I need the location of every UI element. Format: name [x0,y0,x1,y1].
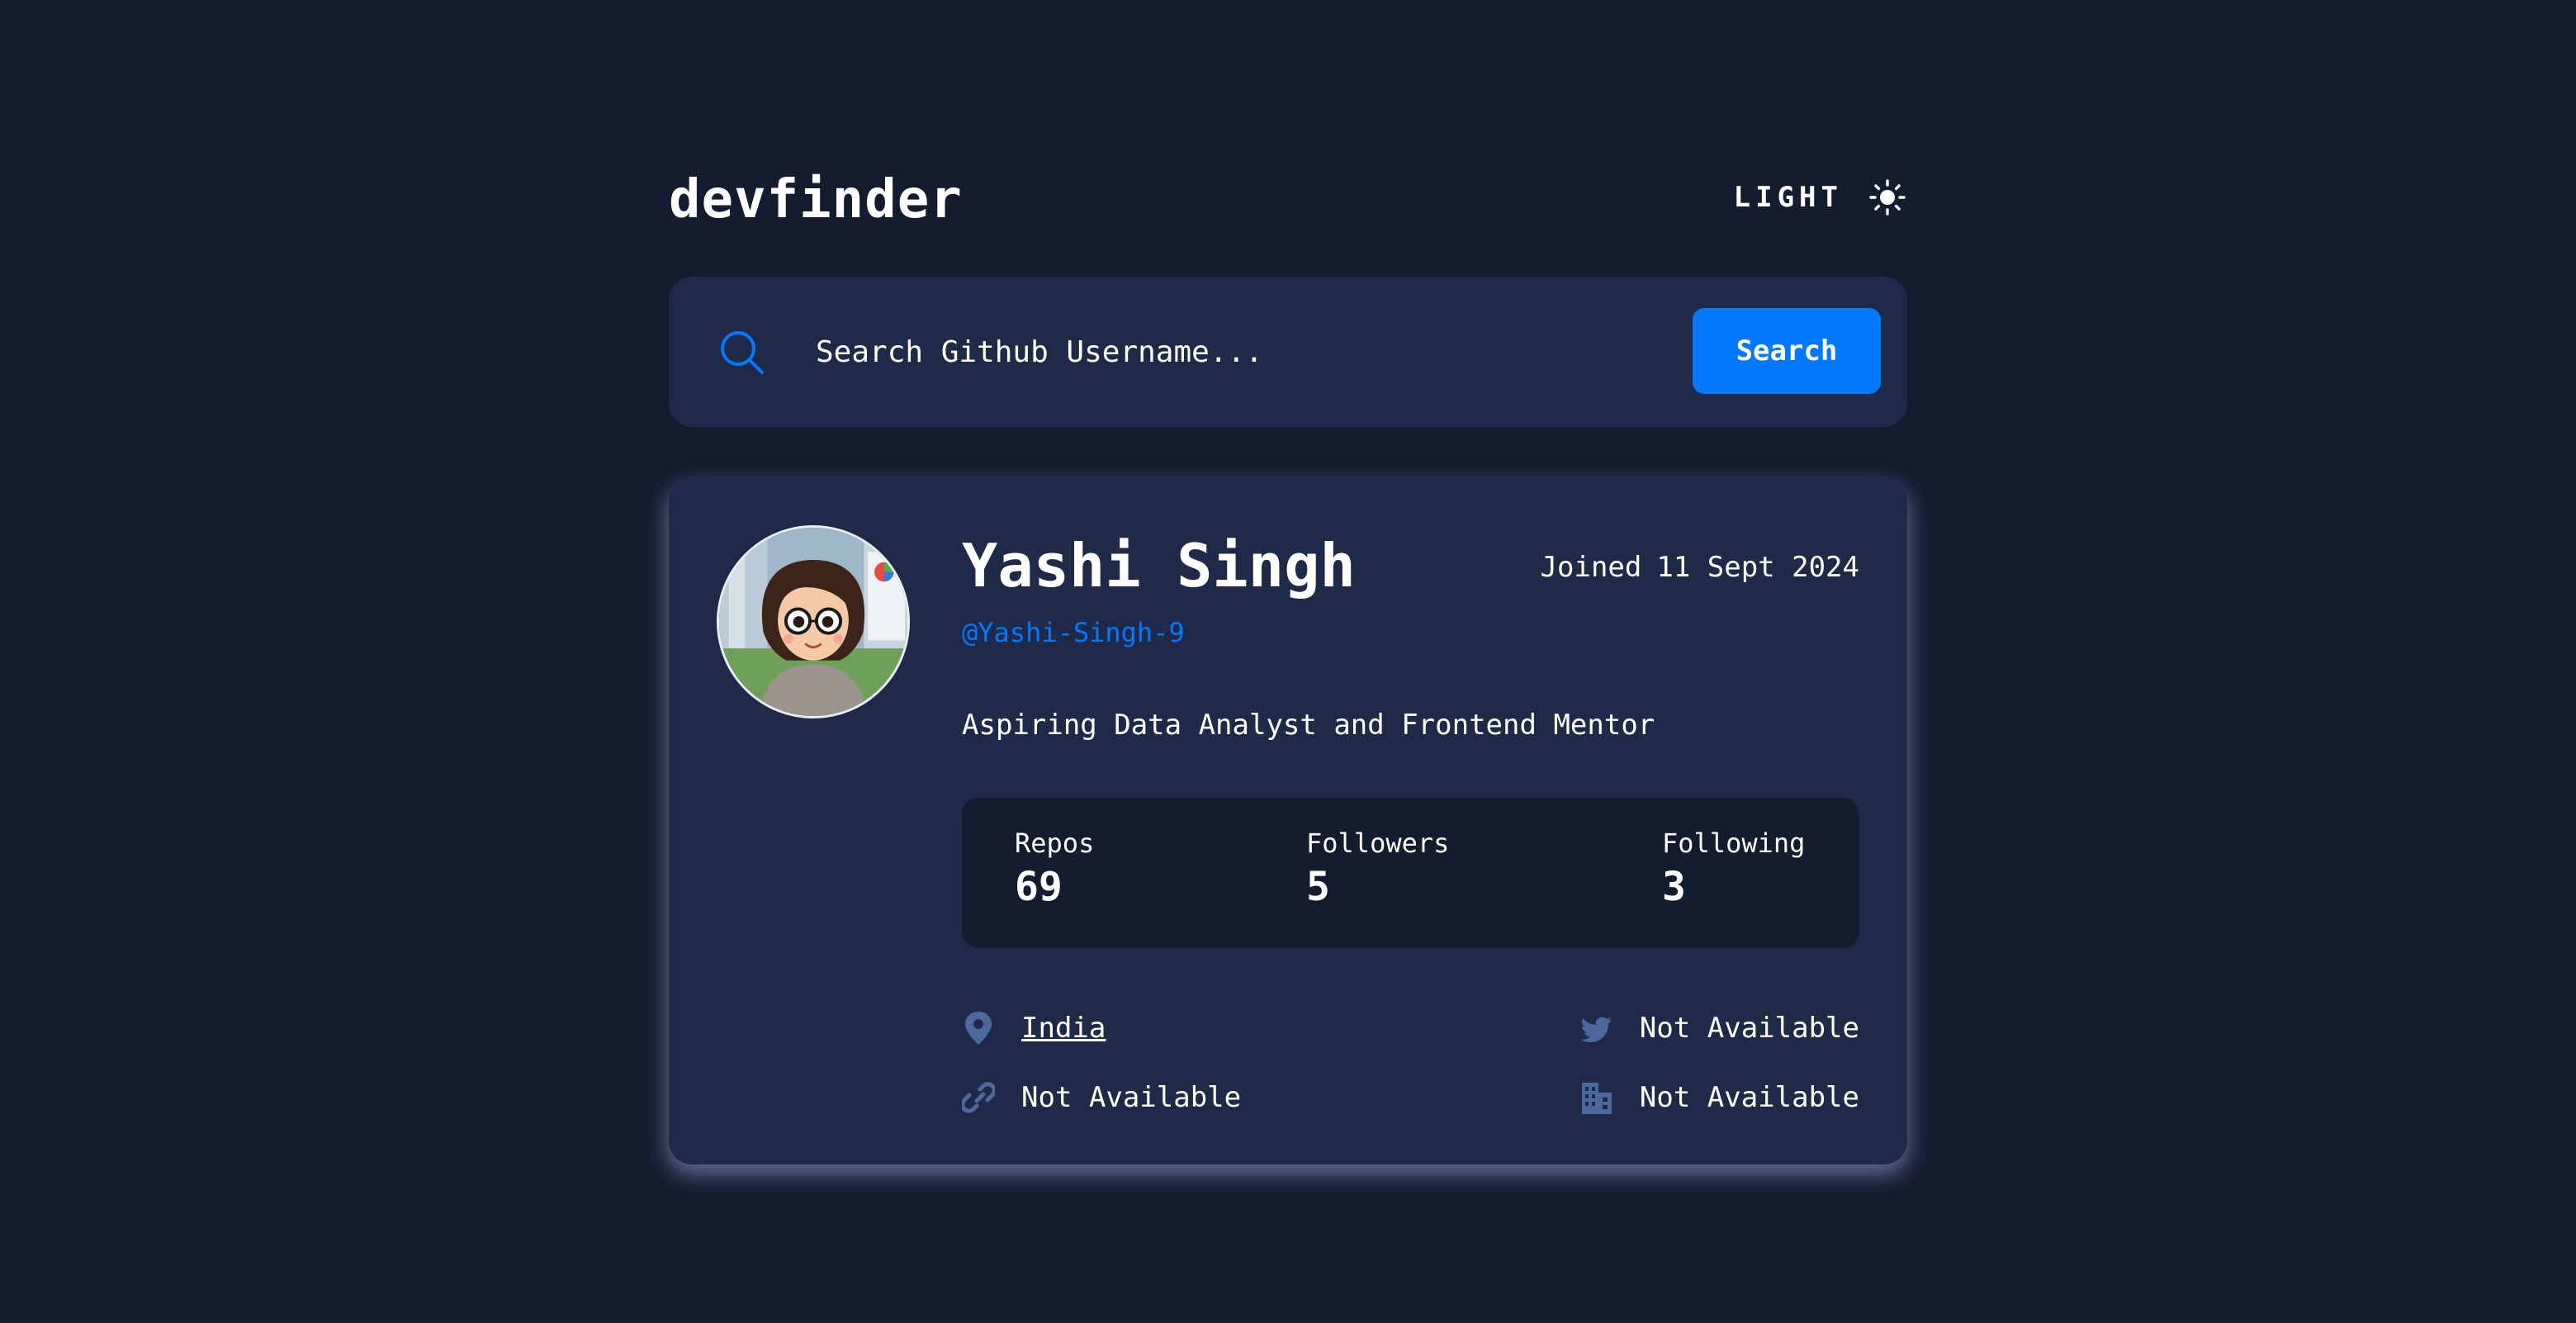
joined-date: Joined 11 Sept 2024 [1541,549,1859,586]
stats-panel: Repos 69 Followers 5 Following 3 [962,798,1859,948]
stat-repos-value: 69 [1015,864,1063,910]
joined-label: Joined [1540,551,1642,584]
stat-followers-label: Followers [1306,827,1450,859]
profile-card: Yashi Singh Joined 11 Sept 2024 @Yashi-S… [669,479,1907,1164]
location-link[interactable]: India [1021,1009,1106,1047]
header: devfinder LIGHT [669,165,1907,239]
blog-row: Not Available [962,1079,1241,1117]
twitter-text: Not Available [1639,1012,1859,1045]
theme-toggle[interactable]: LIGHT [1734,177,1907,218]
joined-date-value: 11 Sept 2024 [1656,551,1859,584]
user-login-link[interactable]: @Yashi-Singh-9 [962,615,1185,650]
stat-following-label: Following [1662,827,1806,859]
stat-following: Following 3 [1662,826,1805,913]
search-bar: Search [669,277,1907,427]
building-icon [1580,1079,1613,1116]
twitter-icon [1580,1010,1613,1046]
user-bio: Aspiring Data Analyst and Frontend Mento… [962,709,1655,742]
search-button[interactable]: Search [1693,308,1881,394]
sun-icon [1868,178,1907,217]
search-input[interactable] [816,318,1641,386]
app-logo: devfinder [669,169,963,230]
stat-following-value: 3 [1662,864,1686,910]
blog-text: Not Available [1021,1081,1242,1114]
stat-followers-value: 5 [1306,864,1330,910]
user-name: Yashi Singh [962,531,1356,600]
company-text: Not Available [1639,1081,1859,1114]
stat-followers: Followers 5 [1306,826,1449,913]
theme-toggle-label: LIGHT [1733,181,1843,214]
link-icon [962,1079,995,1116]
stat-repos-label: Repos [1015,827,1095,859]
location-pin-icon [962,1010,995,1046]
avatar [717,525,910,718]
stat-repos: Repos 69 [1015,826,1094,913]
location-row: India [962,1009,1106,1047]
twitter-row: Not Available [1580,1009,1859,1047]
company-row: Not Available [1580,1079,1859,1117]
